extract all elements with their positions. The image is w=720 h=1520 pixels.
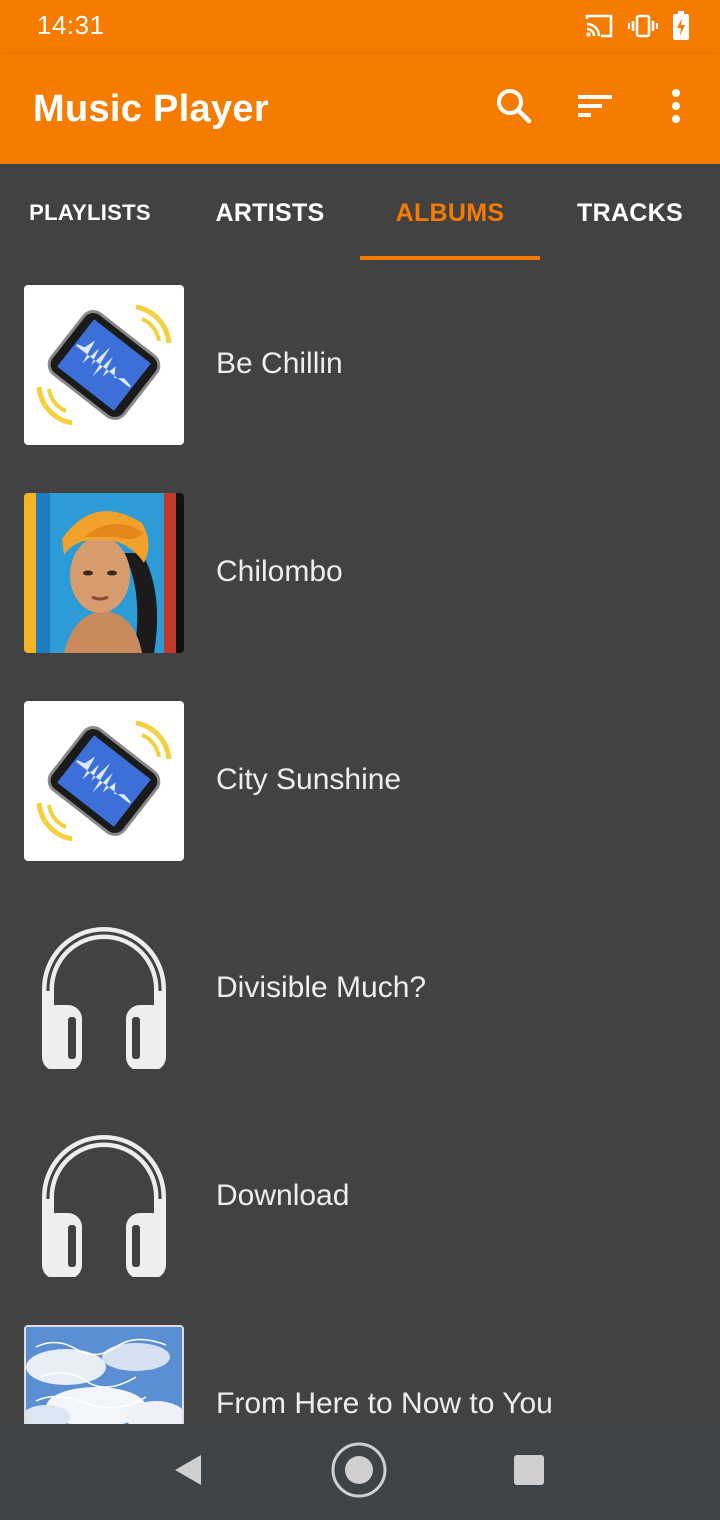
more-vert-icon <box>666 86 686 131</box>
status-bar: 14:31 <box>0 0 720 54</box>
back-icon <box>171 1453 205 1492</box>
app-title: Music Player <box>33 88 269 130</box>
album-title: From Here to Now to You <box>216 1387 553 1420</box>
cast-icon <box>584 13 614 44</box>
list-item[interactable]: Chilombo <box>0 472 720 680</box>
app-bar: Music Player <box>0 54 720 164</box>
sort-button[interactable] <box>571 84 619 132</box>
list-item[interactable]: City Sunshine <box>0 680 720 888</box>
search-icon <box>494 86 534 131</box>
list-item[interactable]: Be Chillin <box>0 264 720 472</box>
tab-playlists[interactable]: PLAYLISTS <box>0 164 180 262</box>
list-item[interactable]: From Here to Now to You <box>0 1304 720 1424</box>
home-button[interactable] <box>329 1442 389 1502</box>
album-title: Be Chillin <box>216 347 343 380</box>
tab-tracks[interactable]: TRACKS <box>540 164 720 262</box>
system-nav-bar <box>0 1424 720 1520</box>
sort-icon <box>575 86 615 131</box>
home-icon <box>330 1441 388 1504</box>
album-title: Chilombo <box>216 555 343 588</box>
tab-albums[interactable]: ALBUMS <box>360 164 540 262</box>
tab-artists[interactable]: ARTISTS <box>180 164 360 262</box>
headphones-icon <box>24 909 184 1069</box>
recents-button[interactable] <box>499 1442 559 1502</box>
album-title: Divisible Much? <box>216 971 427 1004</box>
list-item[interactable]: Divisible Much? <box>0 888 720 1096</box>
album-list[interactable]: Be Chillin Chilombo City Sunshine Divisi… <box>0 264 720 1424</box>
list-item[interactable]: Download <box>0 1096 720 1304</box>
tab-bar: PLAYLISTS ARTISTS ALBUMS TRACKS <box>0 164 720 262</box>
status-time: 14:31 <box>37 10 105 40</box>
album-title: City Sunshine <box>216 763 402 796</box>
app-actions <box>457 84 700 132</box>
vibrate-icon <box>627 13 659 44</box>
phone-sound-icon <box>24 285 184 445</box>
back-button[interactable] <box>158 1442 218 1502</box>
headphones-icon <box>24 1117 184 1277</box>
phone-sound-icon <box>24 701 184 861</box>
tab-indicator <box>360 256 540 260</box>
search-button[interactable] <box>490 84 538 132</box>
portrait-photo <box>24 493 184 653</box>
album-title: Download <box>216 1179 350 1212</box>
more-options-button[interactable] <box>652 84 700 132</box>
sky-cover-photo <box>24 1325 184 1424</box>
recents-icon <box>513 1454 545 1491</box>
status-icons <box>584 11 690 46</box>
battery-charging-icon <box>672 11 690 46</box>
